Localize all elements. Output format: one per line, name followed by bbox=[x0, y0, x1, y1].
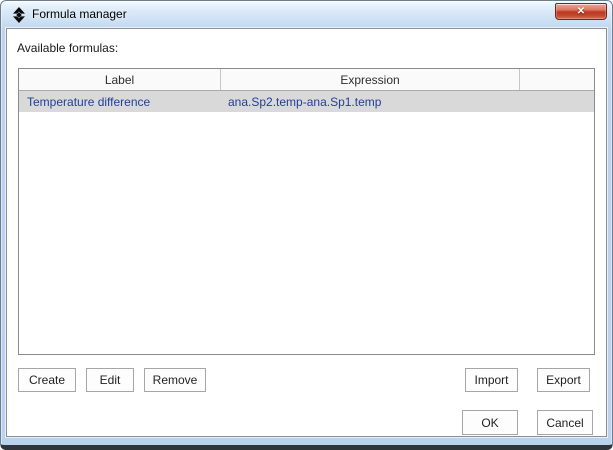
create-button[interactable]: Create bbox=[18, 368, 76, 392]
table-row[interactable]: Temperature difference ana.Sp2.temp-ana.… bbox=[19, 91, 594, 112]
up-down-diamond-icon bbox=[11, 7, 27, 23]
table-header-row: Label Expression bbox=[19, 69, 594, 91]
cancel-button[interactable]: Cancel bbox=[537, 410, 593, 435]
remove-button[interactable]: Remove bbox=[144, 368, 206, 392]
ok-button[interactable]: OK bbox=[462, 410, 518, 435]
formula-manager-dialog: Formula manager ✕ Available formulas: La… bbox=[0, 0, 613, 450]
available-formulas-label: Available formulas: bbox=[17, 41, 118, 55]
window-title: Formula manager bbox=[32, 1, 127, 29]
import-button[interactable]: Import bbox=[465, 368, 518, 392]
dialog-client-area: Available formulas: Label Expression Tem… bbox=[6, 28, 607, 437]
column-header-expression[interactable]: Expression bbox=[220, 69, 519, 90]
close-icon: ✕ bbox=[577, 6, 585, 17]
column-header-extra[interactable] bbox=[519, 69, 594, 90]
export-button[interactable]: Export bbox=[537, 368, 590, 392]
column-header-label[interactable]: Label bbox=[19, 69, 220, 90]
formulas-table[interactable]: Label Expression Temperature difference … bbox=[18, 68, 595, 355]
row-expression-cell: ana.Sp2.temp-ana.Sp1.temp bbox=[220, 91, 519, 112]
close-button[interactable]: ✕ bbox=[555, 3, 607, 20]
edit-button[interactable]: Edit bbox=[86, 368, 134, 392]
row-label-cell: Temperature difference bbox=[19, 91, 220, 112]
title-bar[interactable]: Formula manager ✕ bbox=[1, 1, 612, 29]
